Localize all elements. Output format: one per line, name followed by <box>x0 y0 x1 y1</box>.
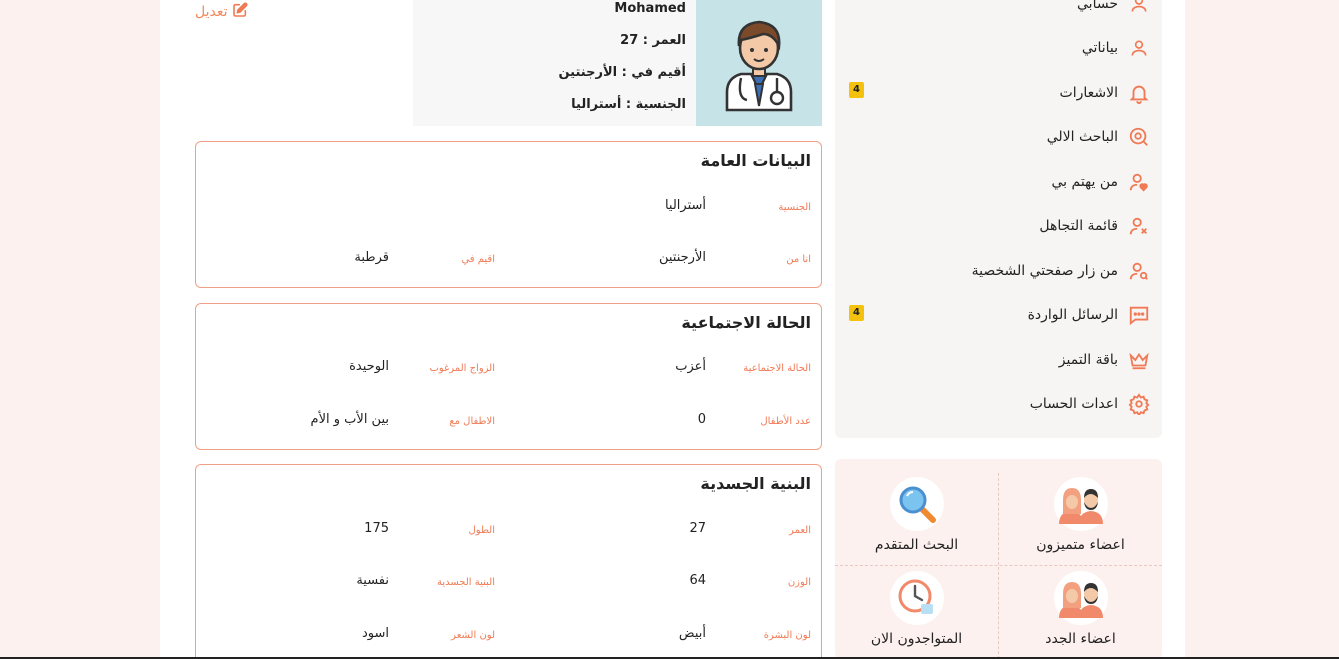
menu-label: الرسائل الواردة <box>1027 307 1118 323</box>
gear-icon <box>1128 393 1150 415</box>
menu-label: من زار صفحتي الشخصية <box>971 263 1118 279</box>
height-label: الطول <box>468 525 495 536</box>
menu-item-profile-visitors[interactable]: من زار صفحتي الشخصية <box>972 256 1150 286</box>
menu-item-premium-package[interactable]: باقة التميز <box>1059 345 1150 375</box>
menu-label: اعدات الحساب <box>1029 396 1118 412</box>
children-value: 0 <box>697 412 706 427</box>
menu-label: الباحث الالي <box>1046 129 1118 145</box>
couple-icon <box>1053 477 1108 531</box>
inbox-badge: 4 <box>849 305 864 321</box>
profile-nationality: الجنسية : أستراليا <box>571 97 686 112</box>
card-title: البيانات العامة <box>700 151 811 170</box>
menu-label: باقة التميز <box>1058 352 1118 368</box>
user-icon <box>1128 37 1150 59</box>
skin-value: أبيض <box>678 626 706 641</box>
edit-profile-link[interactable]: تعديل <box>195 2 248 22</box>
marriage-type-value: الوحيدة <box>349 359 389 374</box>
height-value: 175 <box>364 521 389 536</box>
menu-item-account-settings[interactable]: اعدات الحساب <box>1030 389 1150 419</box>
menu-label: من يهتم بي <box>1051 174 1118 190</box>
notifications-badge: 4 <box>849 82 864 98</box>
nationality-value: أستراليا <box>664 198 706 213</box>
user-block-icon <box>1128 215 1150 237</box>
build-value: نفسية <box>356 573 389 588</box>
profile-age: العمر : 27 <box>620 33 686 48</box>
card-title: البنية الجسدية <box>700 474 811 493</box>
menu-label: بياناتي <box>1081 40 1118 56</box>
tile-label: اعضاء الجدد <box>1045 631 1116 647</box>
general-info-card: البيانات العامة الجنسية أستراليا انا من … <box>195 141 822 288</box>
magnifier-icon <box>889 477 944 531</box>
age-value: 27 <box>689 521 706 536</box>
user-heart-icon <box>1128 171 1150 193</box>
quick-links-panel: اعضاء متميزون البحث المتقدم اعضاء الجدد <box>835 459 1162 659</box>
menu-item-my-data[interactable]: بياناتي <box>1082 33 1150 63</box>
social-status-card: الحالة الاجتماعية الحالة الاجتماعية أعزب… <box>195 303 822 450</box>
nationality-label: الجنسية <box>778 202 811 213</box>
avatar <box>696 0 822 126</box>
menu-item-my-account[interactable]: حسابي <box>1077 0 1150 19</box>
auto-search-icon <box>1128 126 1150 148</box>
marital-label: الحالة الاجتماعية <box>743 363 811 374</box>
children-with-value: بين الأب و الأم <box>310 412 389 427</box>
marriage-type-label: الزواج المرغوب <box>429 363 495 374</box>
edit-icon <box>232 2 248 22</box>
weight-label: الوزن <box>787 577 811 588</box>
hair-value: اسود <box>361 626 389 641</box>
clock-icon <box>889 571 944 625</box>
children-label: عدد الأطفال <box>760 416 811 427</box>
account-menu: حسابي بياناتي الاشعارات 4 الباحث الالي م… <box>835 0 1162 438</box>
build-label: البنية الجسدية <box>436 577 495 588</box>
advanced-search-tile[interactable]: البحث المتقدم <box>835 469 998 561</box>
from-label: انا من <box>786 254 811 265</box>
couple-icon <box>1053 571 1108 625</box>
residence-value: قرطبة <box>354 250 389 265</box>
edit-label: تعديل <box>195 4 228 20</box>
bell-icon <box>1128 82 1150 104</box>
featured-members-tile[interactable]: اعضاء متميزون <box>999 469 1162 561</box>
new-members-tile[interactable]: اعضاء الجدد <box>999 563 1162 655</box>
crown-icon <box>1128 349 1150 371</box>
weight-value: 64 <box>689 573 706 588</box>
physical-build-card: البنية الجسدية العمر 27 الطول 175 الوزن … <box>195 464 822 659</box>
menu-label: قائمة التجاهل <box>1039 218 1118 234</box>
tile-label: المتواجدون الان <box>870 631 963 647</box>
from-value: الأرجنتين <box>658 250 706 265</box>
menu-item-interested-in-me[interactable]: من يهتم بي <box>1051 167 1150 197</box>
tile-label: اعضاء متميزون <box>1036 537 1125 553</box>
age-label: العمر <box>789 525 811 536</box>
doctor-avatar-icon <box>725 20 793 112</box>
tile-label: البحث المتقدم <box>874 537 959 553</box>
marital-value: أعزب <box>675 359 706 374</box>
menu-item-ignore-list[interactable]: قائمة التجاهل <box>1039 211 1150 241</box>
hair-label: لون الشعر <box>451 630 495 641</box>
message-icon <box>1128 304 1150 326</box>
residence-label: اقيم في <box>461 254 495 265</box>
menu-item-notifications[interactable]: الاشعارات <box>1060 78 1150 108</box>
menu-label: حسابي <box>1077 0 1118 12</box>
skin-label: لون البشرة <box>763 630 811 641</box>
user-search-icon <box>1128 260 1150 282</box>
menu-item-inbox[interactable]: الرسائل الواردة <box>1028 300 1150 330</box>
menu-item-auto-search[interactable]: الباحث الالي <box>1047 122 1150 152</box>
children-with-label: الاطفال مع <box>449 416 495 427</box>
profile-summary: Mohamed العمر : 27 أقيم في : الأرجنتين ا… <box>413 0 696 126</box>
profile-name: Mohamed <box>614 1 686 16</box>
card-title: الحالة الاجتماعية <box>681 313 811 332</box>
online-now-tile[interactable]: المتواجدون الان <box>835 563 998 655</box>
profile-residence: أقيم في : الأرجنتين <box>558 65 686 80</box>
user-icon <box>1128 0 1150 15</box>
menu-label: الاشعارات <box>1059 85 1118 101</box>
